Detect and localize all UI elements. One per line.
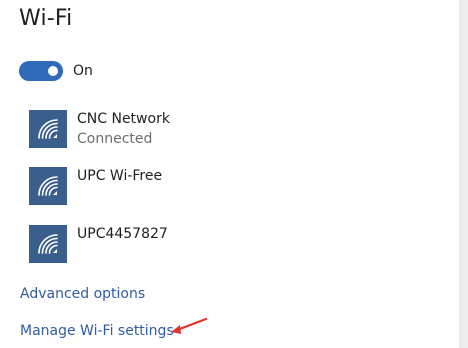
page-title: Wi-Fi (19, 6, 73, 31)
network-item-cnc-network[interactable]: CNC Network Connected (29, 110, 170, 149)
toggle-knob (48, 66, 58, 76)
wifi-toggle-switch[interactable] (19, 61, 63, 81)
network-name: CNC Network (77, 111, 170, 127)
network-name: UPC4457827 (77, 226, 168, 242)
network-item-upc4457827[interactable]: UPC4457827 (29, 225, 168, 263)
wifi-toggle-row: On (19, 61, 93, 81)
network-item-upc-wi-free[interactable]: UPC Wi-Free (29, 167, 162, 205)
wifi-toggle-label: On (73, 63, 93, 79)
network-status: Connected (77, 131, 153, 147)
annotation-arrow-icon (171, 317, 208, 334)
network-name: UPC Wi-Free (77, 168, 163, 184)
scrollbar[interactable] (459, 0, 468, 348)
wifi-signal-icon (29, 225, 67, 263)
advanced-options-link[interactable]: Advanced options (20, 286, 145, 302)
wifi-signal-icon (29, 110, 67, 148)
manage-wifi-settings-link[interactable]: Manage Wi-Fi settings (20, 323, 174, 339)
wifi-signal-icon (29, 167, 67, 205)
